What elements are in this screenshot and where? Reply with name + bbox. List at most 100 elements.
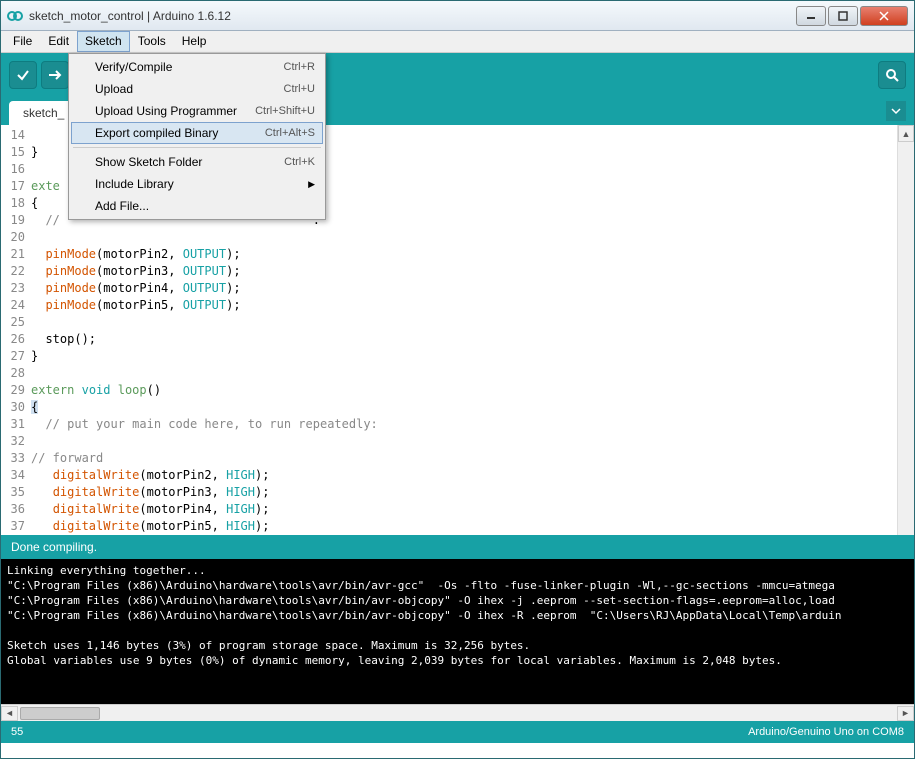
line-number: 31	[1, 416, 25, 433]
minimize-icon	[806, 11, 816, 21]
magnifier-icon	[884, 67, 900, 83]
code-line: pinMode(motorPin3, OUTPUT);	[31, 263, 897, 280]
menu-item-label: Include Library	[95, 177, 315, 191]
line-number: 22	[1, 263, 25, 280]
line-number: 21	[1, 246, 25, 263]
maximize-icon	[838, 11, 848, 21]
line-number: 20	[1, 229, 25, 246]
chevron-down-icon	[891, 106, 901, 116]
line-number: 17	[1, 178, 25, 195]
line-number: 27	[1, 348, 25, 365]
status-bar: 55 Arduino/Genuino Uno on COM8	[1, 721, 914, 743]
line-number: 29	[1, 382, 25, 399]
code-line: }	[31, 348, 897, 365]
line-number: 24	[1, 297, 25, 314]
tab-menu-button[interactable]	[886, 101, 906, 121]
line-number: 32	[1, 433, 25, 450]
menu-shortcut: Ctrl+Alt+S	[265, 127, 315, 139]
line-number: 36	[1, 501, 25, 518]
menu-item-upload-using-programmer[interactable]: Upload Using ProgrammerCtrl+Shift+U	[71, 100, 323, 122]
menu-file[interactable]: File	[5, 31, 40, 52]
menu-edit[interactable]: Edit	[40, 31, 77, 52]
code-line	[31, 229, 897, 246]
menu-shortcut: Ctrl+Shift+U	[255, 105, 315, 117]
arrow-right-icon	[47, 67, 63, 83]
menu-item-verify-compile[interactable]: Verify/CompileCtrl+R	[71, 56, 323, 78]
code-line: digitalWrite(motorPin5, HIGH);	[31, 518, 897, 535]
line-number: 16	[1, 161, 25, 178]
menubar: FileEditSketchToolsHelp	[1, 31, 914, 53]
code-line: pinMode(motorPin5, OUTPUT);	[31, 297, 897, 314]
menu-item-label: Export compiled Binary	[95, 126, 265, 140]
code-line: pinMode(motorPin2, OUTPUT);	[31, 246, 897, 263]
code-line: digitalWrite(motorPin2, HIGH);	[31, 467, 897, 484]
menu-item-show-sketch-folder[interactable]: Show Sketch FolderCtrl+K	[71, 151, 323, 173]
scroll-up-icon[interactable]: ▲	[898, 125, 914, 142]
minimize-button[interactable]	[796, 6, 826, 26]
menu-sketch[interactable]: Sketch	[77, 31, 130, 52]
line-number: 25	[1, 314, 25, 331]
menu-item-upload[interactable]: UploadCtrl+U	[71, 78, 323, 100]
menu-separator	[73, 147, 321, 148]
serial-monitor-button[interactable]	[878, 61, 906, 89]
line-number: 18	[1, 195, 25, 212]
code-line: digitalWrite(motorPin3, HIGH);	[31, 484, 897, 501]
horizontal-scrollbar[interactable]: ◄ ►	[1, 704, 914, 721]
vertical-scrollbar[interactable]: ▲	[897, 125, 914, 535]
code-line: // forward	[31, 450, 897, 467]
line-number: 37	[1, 518, 25, 535]
scroll-thumb[interactable]	[20, 707, 100, 720]
code-line: {	[31, 399, 897, 416]
close-button[interactable]	[860, 6, 908, 26]
code-line: pinMode(motorPin4, OUTPUT);	[31, 280, 897, 297]
line-number: 26	[1, 331, 25, 348]
menu-tools[interactable]: Tools	[130, 31, 174, 52]
maximize-button[interactable]	[828, 6, 858, 26]
check-icon	[15, 67, 31, 83]
line-number: 34	[1, 467, 25, 484]
titlebar: sketch_motor_control | Arduino 1.6.12	[1, 1, 914, 31]
scroll-right-icon[interactable]: ►	[897, 706, 914, 721]
menu-item-label: Upload	[95, 82, 284, 96]
menu-item-export-compiled-binary[interactable]: Export compiled BinaryCtrl+Alt+S	[71, 122, 323, 144]
menu-item-label: Verify/Compile	[95, 60, 284, 74]
menu-help[interactable]: Help	[174, 31, 215, 52]
code-line	[31, 314, 897, 331]
line-number: 23	[1, 280, 25, 297]
code-line: extern void loop()	[31, 382, 897, 399]
code-line: // put your main code here, to run repea…	[31, 416, 897, 433]
upload-button[interactable]	[41, 61, 69, 89]
line-number: 30	[1, 399, 25, 416]
menu-item-label: Upload Using Programmer	[95, 104, 255, 118]
scroll-left-icon[interactable]: ◄	[1, 706, 18, 721]
line-number: 33	[1, 450, 25, 467]
sketch-menu-dropdown: Verify/CompileCtrl+RUploadCtrl+UUpload U…	[68, 53, 326, 220]
line-number: 19	[1, 212, 25, 229]
line-number: 35	[1, 484, 25, 501]
app-window: sketch_motor_control | Arduino 1.6.12 Fi…	[0, 0, 915, 759]
compile-status-bar: Done compiling.	[1, 535, 914, 559]
code-line: digitalWrite(motorPin4, HIGH);	[31, 501, 897, 518]
compile-status-text: Done compiling.	[11, 540, 97, 554]
line-number: 14	[1, 127, 25, 144]
arduino-logo-icon	[7, 8, 23, 24]
menu-item-label: Add File...	[95, 199, 315, 213]
output-console[interactable]: Linking everything together... "C:\Progr…	[1, 559, 914, 704]
line-number: 15	[1, 144, 25, 161]
board-port-info: Arduino/Genuino Uno on COM8	[748, 726, 904, 738]
line-gutter: 1415161718192021222324252627282930313233…	[1, 125, 31, 535]
submenu-arrow-icon: ▶	[308, 179, 315, 190]
window-title: sketch_motor_control | Arduino 1.6.12	[29, 9, 796, 23]
close-icon	[878, 10, 890, 22]
menu-shortcut: Ctrl+K	[284, 156, 315, 168]
cursor-line: 55	[11, 726, 748, 738]
menu-item-include-library[interactable]: Include Library▶	[71, 173, 323, 195]
code-line	[31, 433, 897, 450]
line-number: 28	[1, 365, 25, 382]
menu-item-add-file-[interactable]: Add File...	[71, 195, 323, 217]
code-line	[31, 365, 897, 382]
verify-button[interactable]	[9, 61, 37, 89]
code-line: stop();	[31, 331, 897, 348]
window-controls	[796, 6, 908, 26]
menu-shortcut: Ctrl+R	[284, 61, 315, 73]
